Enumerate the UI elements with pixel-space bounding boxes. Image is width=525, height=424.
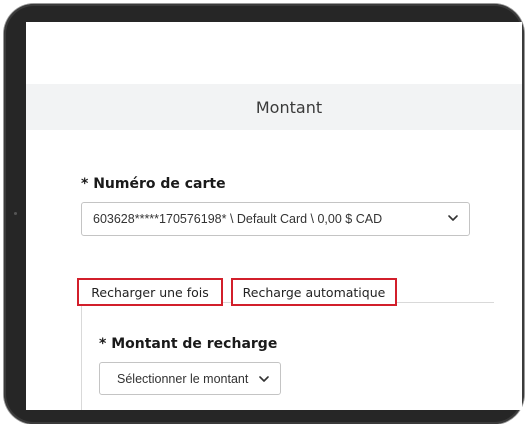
tab-automatic-recharge[interactable]: Recharge automatique: [231, 278, 397, 306]
page-title: Montant: [255, 97, 323, 117]
tablet-bezel: Montant * Numéro de carte 603628*****170…: [4, 4, 524, 424]
recharge-amount-select-value: Sélectionner le montant: [117, 371, 249, 386]
top-blank-area: [26, 22, 522, 84]
chevron-down-icon: [259, 376, 269, 382]
chevron-down-icon: [448, 215, 458, 221]
card-number-select-value: 603628*****170576198* \ Default Card \ 0…: [93, 212, 383, 226]
tablet-frame: Montant * Numéro de carte 603628*****170…: [0, 0, 525, 424]
tab-recharge-once[interactable]: Recharger une fois: [77, 278, 223, 306]
recharge-amount-label: * Montant de recharge: [99, 336, 278, 352]
tablet-camera-dot: [14, 212, 17, 215]
card-number-label: * Numéro de carte: [81, 176, 226, 192]
tablet-screen: Montant * Numéro de carte 603628*****170…: [26, 22, 522, 410]
recharge-amount-select[interactable]: Sélectionner le montant: [99, 362, 281, 395]
card-number-select[interactable]: 603628*****170576198* \ Default Card \ 0…: [81, 202, 470, 236]
section-header: Montant: [26, 84, 522, 130]
